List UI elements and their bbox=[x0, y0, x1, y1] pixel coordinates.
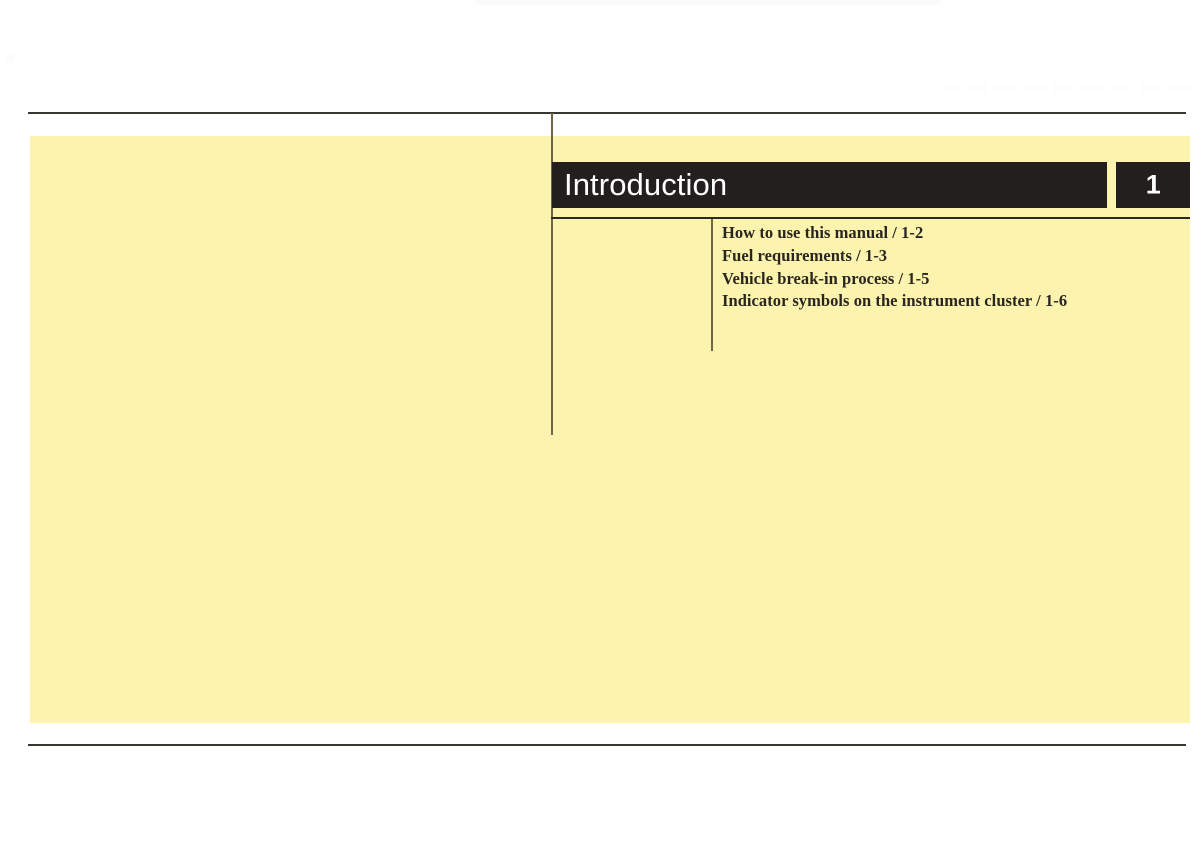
table-of-contents: How to use this manual / 1-2 Fuel requir… bbox=[722, 222, 1182, 313]
chapter-title-bar: Introduction bbox=[552, 162, 1107, 208]
page-title: Introduction bbox=[564, 167, 728, 202]
manual-page: Introduction 1 How to use this manual / … bbox=[0, 0, 1200, 861]
list-item[interactable]: Vehicle break-in process / 1-5 bbox=[722, 268, 1182, 291]
scan-artifact-right bbox=[945, 84, 1195, 92]
chapter-number-label: 1 bbox=[1145, 169, 1161, 200]
toc-divider bbox=[711, 219, 713, 351]
chapter-number-tab[interactable]: 1 bbox=[1116, 162, 1190, 208]
page-rule-bottom bbox=[28, 744, 1186, 746]
chapter-bar-underline bbox=[551, 217, 1190, 219]
list-item[interactable]: Fuel requirements / 1-3 bbox=[722, 245, 1182, 268]
scan-artifact-left bbox=[6, 54, 15, 63]
list-item[interactable]: Indicator symbols on the instrument clus… bbox=[722, 290, 1182, 313]
page-rule-top bbox=[28, 112, 1186, 114]
list-item[interactable]: How to use this manual / 1-2 bbox=[722, 222, 1182, 245]
scan-artifact-top bbox=[475, 0, 940, 5]
